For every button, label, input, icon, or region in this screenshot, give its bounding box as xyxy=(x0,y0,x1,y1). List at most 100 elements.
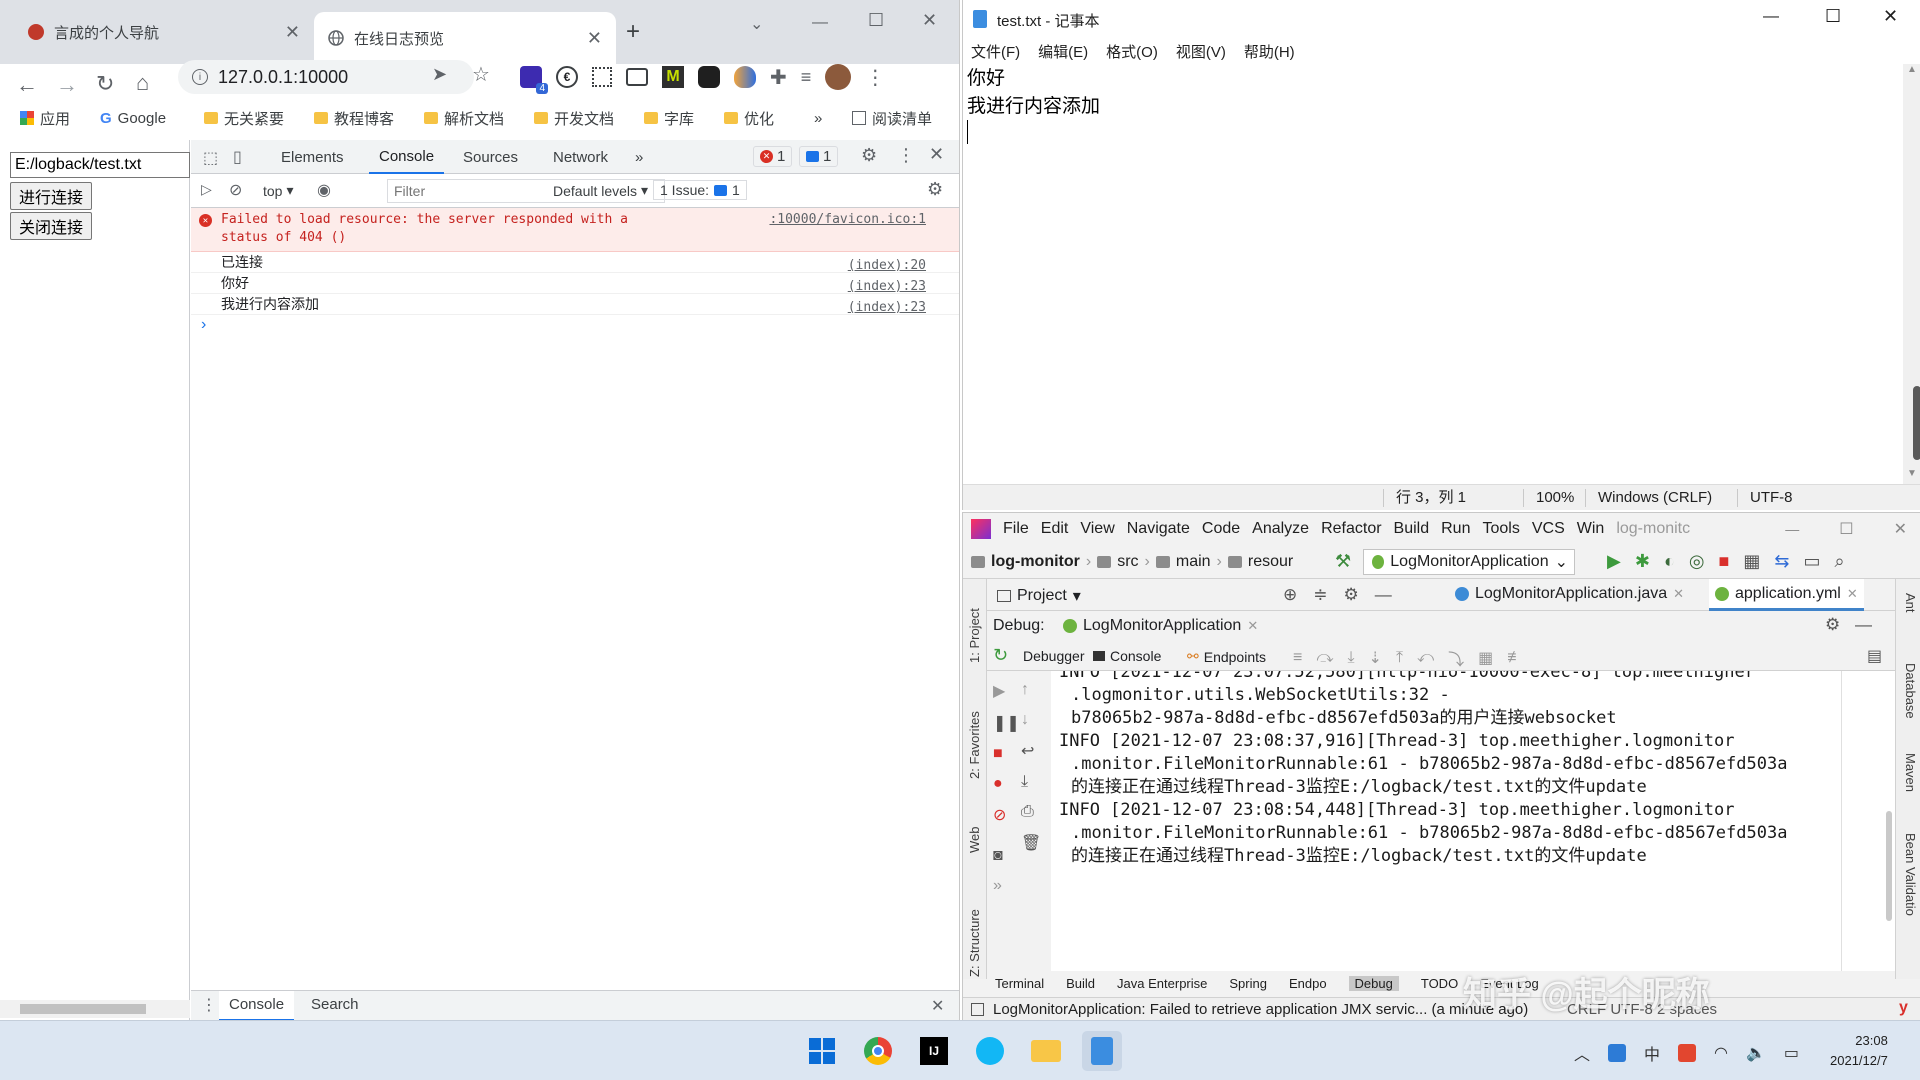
tool-database[interactable]: Database xyxy=(1903,663,1918,719)
close-tab-icon[interactable]: ✕ xyxy=(1673,586,1684,602)
presentation-icon[interactable]: ▭ xyxy=(1804,551,1821,572)
tool-structure[interactable]: Z: Structure xyxy=(967,909,982,977)
clear-console-icon[interactable]: ⊘ xyxy=(229,180,242,200)
tab-console[interactable]: Console xyxy=(1093,648,1161,664)
collapse-all-icon[interactable]: ≑ xyxy=(1313,585,1327,605)
camera-icon[interactable]: ◙ xyxy=(993,847,1020,865)
menu-file[interactable]: File xyxy=(1003,520,1029,538)
scrollbar-thumb[interactable] xyxy=(1913,386,1920,460)
reading-list[interactable]: 阅读清单 xyxy=(852,106,932,130)
scrollbar-thumb[interactable] xyxy=(1886,811,1892,921)
ime-indicator[interactable]: 中 xyxy=(1644,1041,1660,1065)
settings-gear-icon[interactable]: ⚙ xyxy=(1825,615,1840,635)
close-tab-icon[interactable]: ✕ xyxy=(1847,586,1858,602)
tool-tab-spring[interactable]: Spring xyxy=(1229,976,1267,991)
print-icon[interactable]: ⎙ xyxy=(1021,803,1041,821)
search-icon[interactable]: ⌕ xyxy=(1835,551,1845,572)
error-counter[interactable]: ✕ 1 xyxy=(753,146,793,167)
tab-search-icon[interactable]: ⌄ xyxy=(750,14,763,34)
scrollbar-thumb[interactable] xyxy=(20,1004,146,1014)
mute-breakpoints-icon[interactable]: ⊘ xyxy=(993,805,1020,825)
menu-build[interactable]: Build xyxy=(1394,520,1430,538)
issues-button[interactable]: 1 Issue: 1 xyxy=(653,180,747,200)
notepad-text-area[interactable]: 你好 我进行内容添加 xyxy=(967,64,1897,484)
run-configuration-selector[interactable]: LogMonitorApplication ⌄ xyxy=(1363,549,1575,575)
more-tabs[interactable]: » xyxy=(625,140,653,174)
taskbar-notepad[interactable] xyxy=(1082,1031,1122,1071)
minimize-icon[interactable]: — xyxy=(1763,8,1779,26)
profile-icon[interactable]: ◎ xyxy=(1689,551,1705,572)
trace-icon[interactable]: ≢ xyxy=(1507,649,1523,667)
message-counter[interactable]: 1 xyxy=(799,146,839,167)
menu-analyze[interactable]: Analyze xyxy=(1252,520,1309,538)
force-step-into-icon[interactable]: ⇣ xyxy=(1369,648,1382,668)
resume-icon[interactable]: ▶ xyxy=(993,681,1020,701)
device-toolbar-icon[interactable]: ▯ xyxy=(233,147,242,167)
address-bar[interactable]: i 127.0.0.1:10000 xyxy=(178,60,474,94)
tool-tab-endpoints[interactable]: Endpo xyxy=(1289,976,1327,991)
reload-icon[interactable]: ↻ xyxy=(96,71,114,97)
console-prompt[interactable]: › xyxy=(201,316,206,334)
log-levels-dropdown[interactable]: Default levels ▾ xyxy=(553,182,648,199)
menu-kebab-icon[interactable]: ⋮ xyxy=(897,145,915,166)
minimize-icon[interactable]: — xyxy=(812,14,828,32)
tool-tab-todo[interactable]: TODO xyxy=(1421,976,1458,991)
menu-code[interactable]: Code xyxy=(1202,520,1240,538)
menu-window[interactable]: Win xyxy=(1577,520,1605,538)
maximize-icon[interactable]: ☐ xyxy=(868,10,884,31)
inspect-element-icon[interactable]: ⬚ xyxy=(203,148,218,168)
coverage-icon[interactable]: ◐ xyxy=(1664,551,1675,572)
tab-personal-nav[interactable]: 言成的个人导航 ✕ xyxy=(14,12,314,52)
layout-icon[interactable]: ▤ xyxy=(1867,646,1882,666)
run-to-cursor-icon[interactable]: ⤵ xyxy=(1448,646,1464,670)
home-icon[interactable]: ⌂ xyxy=(136,70,149,96)
tray-sogou-icon[interactable] xyxy=(1678,1044,1697,1062)
tray-app-icon[interactable] xyxy=(1608,1044,1627,1062)
bookmark-folder[interactable]: 字库 xyxy=(644,106,694,130)
step-into-icon[interactable]: ⤓ xyxy=(1347,649,1354,667)
close-devtools-icon[interactable]: ✕ xyxy=(929,144,944,165)
menu-view[interactable]: 视图(V) xyxy=(1176,41,1226,62)
menu-refactor[interactable]: Refactor xyxy=(1321,520,1381,538)
settings-gear-icon[interactable]: ⚙ xyxy=(1344,585,1359,605)
drawer-tab-search[interactable]: Search xyxy=(301,991,369,1020)
close-tab-icon[interactable]: ✕ xyxy=(1247,618,1258,634)
minimize-icon[interactable]: — xyxy=(1785,521,1799,537)
log-source-link[interactable]: (index):23 xyxy=(848,298,926,318)
tab-debugger[interactable]: Debugger xyxy=(1023,648,1085,664)
reading-mode-icon[interactable]: ≡ xyxy=(801,67,812,88)
step-out-icon[interactable]: ⤒ xyxy=(1396,649,1403,667)
horizontal-scrollbar[interactable] xyxy=(0,1000,190,1018)
close-window-icon[interactable]: ✕ xyxy=(1894,519,1907,539)
stop-icon[interactable]: ■ xyxy=(993,745,1020,763)
maximize-icon[interactable]: ☐ xyxy=(1839,519,1853,539)
debug-session-tab[interactable]: LogMonitorApplication ✕ xyxy=(1063,617,1258,635)
bookmark-folder[interactable]: 开发文档 xyxy=(534,106,614,130)
editor-tab-java[interactable]: LogMonitorApplication.java ✕ xyxy=(1455,585,1684,603)
hide-icon[interactable]: — xyxy=(1855,615,1872,635)
bookmarks-more[interactable]: » xyxy=(814,106,822,130)
evaluate-icon[interactable]: ▦ xyxy=(1478,648,1493,668)
breadcrumb-resources[interactable]: resour xyxy=(1248,553,1293,571)
tool-favorites[interactable]: 2: Favorites xyxy=(967,711,982,779)
breadcrumb-main[interactable]: main xyxy=(1176,553,1211,571)
tab-console[interactable]: Console xyxy=(369,140,445,174)
scroll-to-end-icon[interactable]: ⤓ xyxy=(1021,773,1041,791)
menu-icon[interactable]: ≡ xyxy=(1293,649,1302,667)
project-structure-icon[interactable]: ▦ xyxy=(1743,551,1760,572)
pause-icon[interactable]: ❚❚ xyxy=(993,713,1020,733)
close-tab-icon[interactable]: ✕ xyxy=(587,28,602,49)
taskbar-chrome[interactable] xyxy=(858,1031,898,1071)
soft-wrap-icon[interactable]: ↩ xyxy=(1021,741,1041,761)
sidebar-toggle-icon[interactable]: ▷ xyxy=(201,181,212,198)
send-icon[interactable]: ➤ xyxy=(432,64,447,85)
debug-console-output[interactable]: INFO [2021-12-07 23:07:52,580][http-nio-… xyxy=(1051,671,1841,971)
context-selector[interactable]: top ▾ xyxy=(263,182,294,199)
wifi-icon[interactable]: ◠ xyxy=(1714,1043,1728,1063)
puzzle-icon[interactable]: ✚ xyxy=(770,65,787,90)
tray-overflow-icon[interactable]: ︿ xyxy=(1574,1041,1590,1065)
taskbar-file-explorer[interactable] xyxy=(1026,1031,1066,1071)
close-window-icon[interactable]: ✕ xyxy=(1883,6,1898,27)
scroll-down-icon[interactable]: ▼ xyxy=(1907,468,1917,479)
bookmark-star-icon[interactable]: ☆ xyxy=(472,62,490,87)
